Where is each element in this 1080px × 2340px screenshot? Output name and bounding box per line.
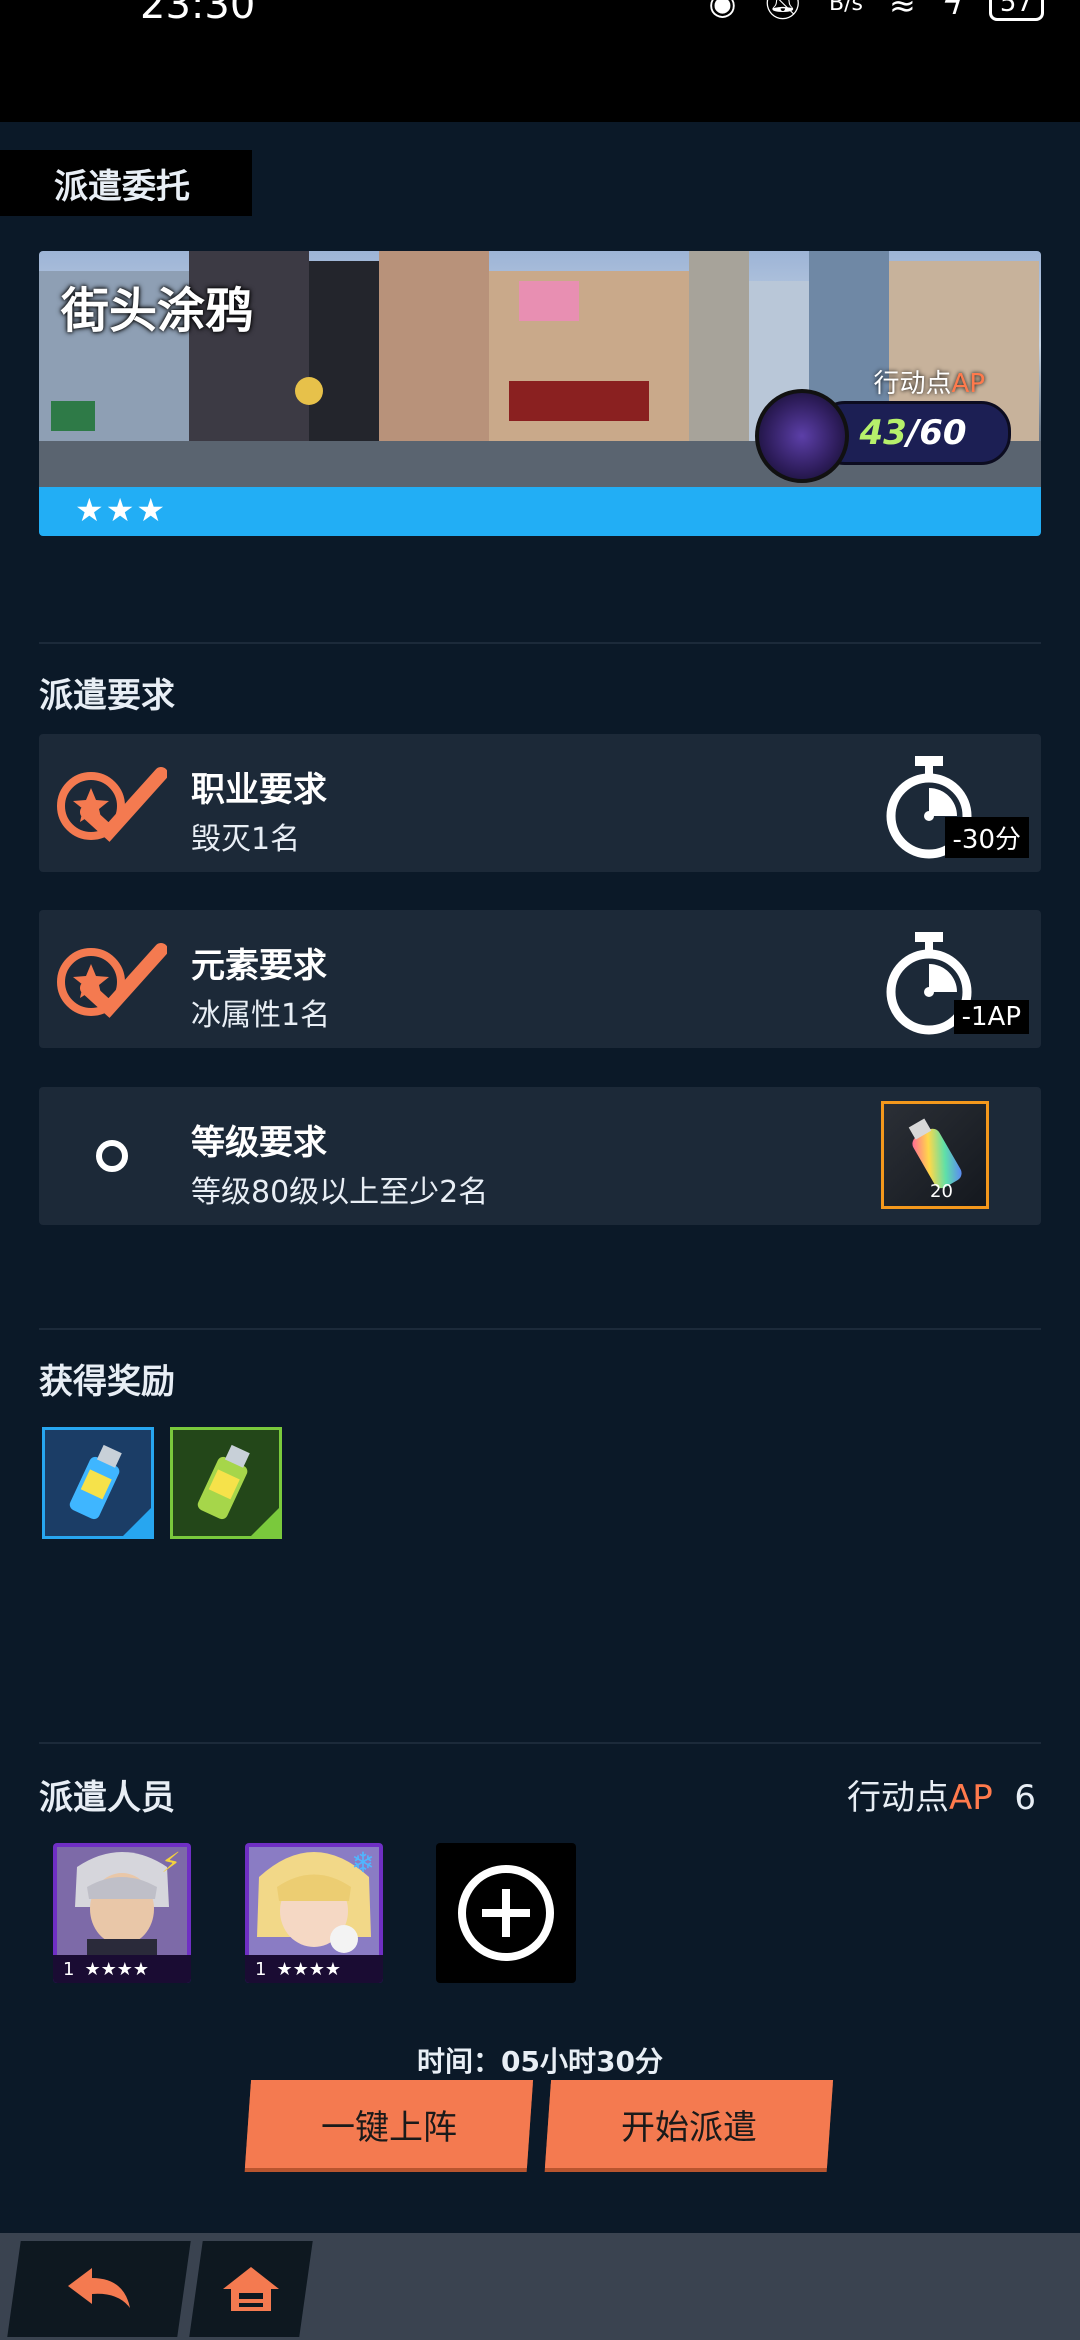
bottom-nav xyxy=(0,2233,1080,2340)
ap-max: /60 xyxy=(906,413,967,453)
status-time: 23:30 xyxy=(140,0,256,28)
dispatch-time: 时间：05小时30分 xyxy=(417,2045,663,2078)
member-footer: 1 ★★★★ xyxy=(245,1955,383,1983)
quick-deploy-button[interactable]: 一键上阵 xyxy=(244,2080,534,2168)
start-dispatch-label: 开始派遣 xyxy=(621,2107,757,2148)
requirement-desc: 冰属性1名 xyxy=(191,998,331,1033)
requirement-title: 职业要求 xyxy=(191,770,327,810)
divider xyxy=(39,1742,1041,1744)
rarity-bar: ★★★ xyxy=(39,487,1041,536)
rarity-corner xyxy=(120,1505,154,1539)
requirement-desc: 等级80级以上至少2名 xyxy=(191,1175,489,1210)
eye-icon: ◉ xyxy=(708,0,737,22)
start-dispatch-button[interactable]: 开始派遣 xyxy=(544,2080,834,2168)
ap-label: 行动点AP xyxy=(873,369,985,399)
mission-name: 街头涂鸦 xyxy=(61,283,254,339)
member-level: 1 xyxy=(255,1958,267,1980)
timer-bonus: -30分 xyxy=(879,752,1029,864)
home-button[interactable] xyxy=(189,2241,313,2337)
mission-stars: ★★★ xyxy=(75,491,168,529)
item-count: 20 xyxy=(930,1181,953,1202)
ap-cost-value: 6 xyxy=(1014,1778,1036,1818)
requirement-row-element: 元素要求 冰属性1名 -1AP xyxy=(39,910,1041,1048)
member-card-1[interactable]: ⚡ 1 ★★★★ xyxy=(53,1843,191,1983)
charging-icon: ϟ xyxy=(941,0,963,22)
member-card-2[interactable]: ❄ 1 ★★★★ xyxy=(245,1843,383,1983)
page-title-text: 派遣委托 xyxy=(54,166,190,207)
member-stars: ★★★★ xyxy=(276,1958,341,1980)
dispatch-ap-cost: 行动点AP 6 xyxy=(846,1778,1036,1818)
requirement-row-class: 职业要求 毁灭1名 -30分 xyxy=(39,734,1041,872)
city-street-image: 街头涂鸦 行动点AP 43/60 xyxy=(39,251,1041,487)
check-star-icon xyxy=(57,767,167,842)
plus-circle-icon xyxy=(458,1865,554,1961)
member-level: 1 xyxy=(63,1958,75,1980)
rewards-title: 获得奖励 xyxy=(39,1362,175,1402)
home-icon xyxy=(223,2267,279,2311)
page-title: 派遣委托 xyxy=(0,150,252,216)
dispatch-title: 派遣人员 xyxy=(39,1778,175,1818)
status-icons: ◉ 🔕︎ B/s ≋ ϟ 57 xyxy=(708,0,1044,22)
ice-element-icon: ❄ xyxy=(351,1846,375,1879)
requirement-title: 元素要求 xyxy=(191,946,327,986)
reward-item-blue[interactable] xyxy=(42,1427,154,1539)
bell-off-icon: 🔕︎ xyxy=(762,0,804,22)
status-bar: 23:30 ◉ 🔕︎ B/s ≋ ϟ 57 xyxy=(0,0,1080,122)
wifi-icon: ≋ xyxy=(888,0,916,22)
member-stars: ★★★★ xyxy=(84,1958,149,1980)
requirements-title: 派遣要求 xyxy=(39,676,175,716)
member-footer: 1 ★★★★ xyxy=(53,1955,191,1983)
requirement-row-level: 等级要求 等级80级以上至少2名 20 xyxy=(39,1087,1041,1225)
unmet-circle-icon xyxy=(96,1140,128,1172)
spray-item-reward[interactable]: 20 xyxy=(881,1101,989,1209)
back-button[interactable] xyxy=(7,2241,191,2337)
lightning-element-icon: ⚡ xyxy=(161,1846,181,1879)
battery-level: 57 xyxy=(988,0,1044,21)
bonus-tag: -30分 xyxy=(944,817,1029,858)
add-member-button[interactable] xyxy=(436,1843,576,1983)
ap-avatar-icon xyxy=(755,389,849,483)
requirement-title: 等级要求 xyxy=(191,1123,327,1163)
quick-deploy-label: 一键上阵 xyxy=(321,2107,457,2148)
bonus-tag: -1AP xyxy=(953,1000,1029,1034)
check-star-icon xyxy=(57,943,167,1018)
timer-bonus: -1AP xyxy=(879,928,1029,1040)
back-arrow-icon xyxy=(68,2268,130,2308)
requirement-desc: 毁灭1名 xyxy=(191,822,301,857)
rarity-corner xyxy=(248,1505,282,1539)
net-speed: B/s xyxy=(829,0,863,16)
ap-display: 行动点AP 43/60 xyxy=(755,363,1025,483)
mission-banner: 街头涂鸦 行动点AP 43/60 ★★★ xyxy=(39,251,1041,536)
divider xyxy=(39,1328,1041,1330)
ap-current: 43 xyxy=(859,413,907,453)
reward-item-green[interactable] xyxy=(170,1427,282,1539)
divider xyxy=(39,642,1041,644)
